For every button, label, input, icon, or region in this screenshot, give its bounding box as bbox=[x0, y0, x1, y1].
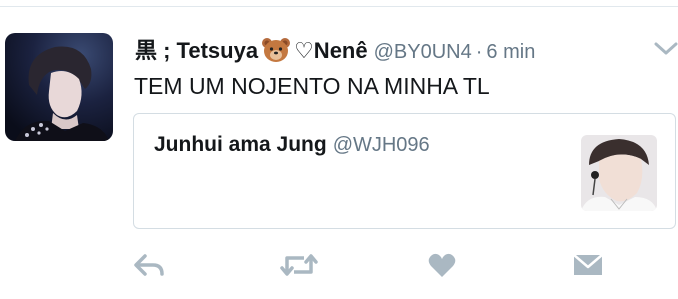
bear-face-emoji bbox=[262, 37, 291, 70]
tweet-text: TEM UM NOJENTO NA MINHA TL bbox=[134, 73, 490, 99]
envelope-icon bbox=[573, 253, 603, 282]
direct-message-button[interactable] bbox=[570, 250, 606, 284]
heart-icon bbox=[428, 252, 456, 283]
quoted-avatar-image[interactable] bbox=[581, 135, 657, 211]
reply-button[interactable] bbox=[130, 250, 168, 284]
retweet-icon bbox=[280, 252, 318, 283]
chevron-down-icon[interactable] bbox=[653, 40, 678, 58]
like-button[interactable] bbox=[424, 250, 460, 284]
tweet-header: 黒 ; Tetsuya ♡Nenê @BY0UN4 · 6 min bbox=[135, 37, 535, 67]
quoted-user-handle[interactable]: @WJH096 bbox=[333, 134, 430, 156]
retweet-button[interactable] bbox=[278, 250, 320, 284]
user-handle[interactable]: @BY0UN4 bbox=[374, 41, 472, 63]
quoted-tweet-header: Junhui ama Jung @WJH096 bbox=[154, 132, 430, 158]
reply-icon bbox=[133, 253, 165, 282]
user-avatar[interactable] bbox=[5, 33, 113, 141]
separator-dot: · bbox=[475, 41, 483, 63]
quoted-display-name[interactable]: Junhui ama Jung bbox=[154, 133, 327, 156]
display-name-suffix[interactable]: ♡Nenê bbox=[294, 38, 368, 63]
top-divider bbox=[0, 6, 678, 7]
display-name[interactable]: 黒 ; Tetsuya bbox=[135, 38, 258, 63]
tweet-timestamp[interactable]: 6 min bbox=[486, 41, 535, 63]
quoted-tweet-card[interactable]: Junhui ama Jung @WJH096 bbox=[133, 113, 676, 229]
